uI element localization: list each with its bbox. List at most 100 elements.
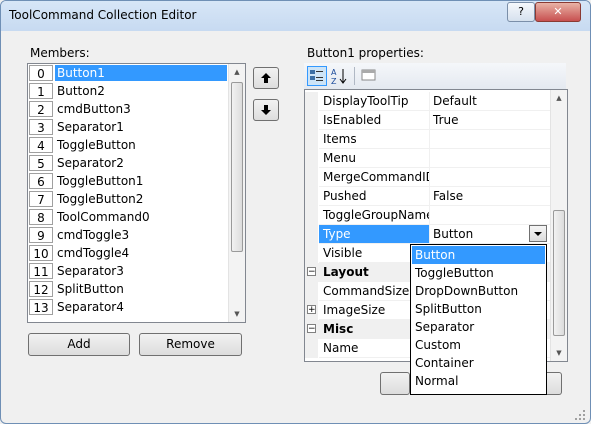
list-item[interactable]: 4 ToggleButton xyxy=(28,136,228,154)
categorized-button[interactable] xyxy=(307,66,327,86)
dropdown-option[interactable]: Container xyxy=(412,354,545,372)
list-item-index: 13 xyxy=(29,299,53,315)
members-scrollbar[interactable]: ▲ ▼ xyxy=(228,64,245,322)
list-item-name: Button2 xyxy=(57,84,105,98)
property-value[interactable]: False xyxy=(430,187,553,206)
scroll-down-icon[interactable]: ▼ xyxy=(551,345,567,361)
property-value[interactable] xyxy=(430,149,553,168)
property-row[interactable]: Pushed False xyxy=(305,187,553,206)
categorized-icon xyxy=(310,70,323,81)
close-button[interactable]: ✕ xyxy=(535,2,581,22)
collapse-icon[interactable]: − xyxy=(307,267,316,277)
members-list[interactable]: 13 Separator4 12 SplitButton 11 Separator3 10 c… xyxy=(27,63,246,323)
list-item-index: 5 xyxy=(29,155,53,171)
scroll-thumb[interactable] xyxy=(553,210,565,336)
property-row[interactable]: ToggleGroupName xyxy=(305,206,553,225)
list-item[interactable]: 13 Separator4 xyxy=(28,298,228,316)
list-item-name: cmdToggle4 xyxy=(57,246,130,260)
expand-icon[interactable]: + xyxy=(307,305,316,315)
list-item[interactable]: 1 Button2 xyxy=(28,82,228,100)
close-icon: ✕ xyxy=(553,5,563,18)
property-name: Menu xyxy=(319,149,430,168)
property-gutter xyxy=(305,225,318,244)
property-gutter xyxy=(305,282,318,301)
scroll-up-icon[interactable]: ▲ xyxy=(229,64,245,80)
list-item[interactable]: 9 cmdToggle3 xyxy=(28,226,228,244)
svg-text:Z: Z xyxy=(331,77,337,86)
property-value[interactable] xyxy=(430,130,553,149)
list-item[interactable]: 11 Separator3 xyxy=(28,262,228,280)
collapse-icon[interactable]: − xyxy=(307,324,316,334)
arrow-up-icon xyxy=(261,73,271,83)
scroll-thumb[interactable] xyxy=(231,82,243,252)
list-item[interactable]: 5 Separator2 xyxy=(28,154,228,172)
list-item[interactable]: 7 ToggleButton2 xyxy=(28,190,228,208)
list-item[interactable]: 12 SplitButton xyxy=(28,280,228,298)
dropdown-option[interactable]: DropDownButton xyxy=(412,282,545,300)
property-value[interactable] xyxy=(430,168,553,187)
property-row[interactable]: Menu xyxy=(305,149,553,168)
list-item-name: ToolCommand0 xyxy=(57,210,150,224)
list-item-index: 8 xyxy=(29,209,53,225)
property-name: ToggleGroupName xyxy=(319,206,430,225)
property-gutter xyxy=(305,149,318,168)
property-value[interactable] xyxy=(430,206,553,225)
list-item-name: Button1 xyxy=(55,65,227,81)
cancel-button[interactable] xyxy=(547,372,562,395)
type-dropdown-list[interactable]: Button ToggleButton DropDownButton SplitBut… xyxy=(410,244,547,395)
list-item-index: 3 xyxy=(29,119,53,135)
list-item-name: cmdButton3 xyxy=(57,102,131,116)
property-gutter xyxy=(305,130,318,149)
property-row[interactable]: IsEnabled True xyxy=(305,111,553,130)
list-item-name: ToggleButton1 xyxy=(57,174,144,188)
list-item-index: 0 xyxy=(29,65,53,81)
list-item[interactable]: 2 cmdButton3 xyxy=(28,100,228,118)
dropdown-option[interactable]: Button xyxy=(412,246,545,264)
help-icon: ? xyxy=(518,5,524,18)
property-row[interactable]: DisplayToolTip Default xyxy=(305,92,553,111)
arrow-down-icon xyxy=(261,105,271,115)
list-item[interactable]: 6 ToggleButton1 xyxy=(28,172,228,190)
dropdown-option[interactable]: Normal xyxy=(412,372,545,390)
chevron-down-icon xyxy=(534,232,542,236)
list-item[interactable]: 0 Button1 xyxy=(28,64,228,82)
list-item[interactable]: 8 ToolCommand0 xyxy=(28,208,228,226)
dropdown-option[interactable]: Custom xyxy=(412,336,545,354)
move-up-button[interactable] xyxy=(253,67,279,89)
list-item-index: 6 xyxy=(29,173,53,189)
type-dropdown-button[interactable] xyxy=(529,225,547,242)
property-gutter xyxy=(305,168,318,187)
property-name: Type xyxy=(319,225,430,244)
alphabetical-button[interactable]: A Z xyxy=(330,66,350,86)
properties-label: Button1 properties: xyxy=(307,46,424,60)
property-row[interactable]: Type Button xyxy=(305,225,553,244)
property-scrollbar[interactable]: ▲ ▼ xyxy=(550,90,567,361)
property-row[interactable]: MergeCommandID xyxy=(305,168,553,187)
scroll-down-icon[interactable]: ▼ xyxy=(229,306,245,322)
title-bar[interactable]: ToolCommand Collection Editor ? ✕ xyxy=(1,1,590,31)
property-pages-button[interactable] xyxy=(359,66,379,86)
list-item-name: Separator1 xyxy=(57,120,124,134)
list-item-name: Separator2 xyxy=(57,156,124,170)
property-value[interactable]: Default xyxy=(430,92,553,111)
dropdown-option[interactable]: Separator xyxy=(412,318,545,336)
ok-button[interactable] xyxy=(380,372,410,395)
list-item-name: SplitButton xyxy=(57,282,124,296)
scroll-up-icon[interactable]: ▲ xyxy=(551,90,567,106)
help-button[interactable]: ? xyxy=(507,2,535,22)
list-item[interactable]: 3 Separator1 xyxy=(28,118,228,136)
property-value[interactable]: True xyxy=(430,111,553,130)
members-label: Members: xyxy=(30,46,90,60)
list-item[interactable]: 10 cmdToggle4 xyxy=(28,244,228,262)
property-name: Pushed xyxy=(319,187,430,206)
move-down-button[interactable] xyxy=(253,99,279,121)
add-button[interactable]: Add xyxy=(28,333,130,356)
property-gutter xyxy=(305,92,318,111)
property-row[interactable]: Items xyxy=(305,130,553,149)
property-gutter xyxy=(305,111,318,130)
dropdown-option[interactable]: SplitButton xyxy=(412,300,545,318)
resize-grip-icon[interactable] xyxy=(574,409,586,421)
remove-button[interactable]: Remove xyxy=(139,333,242,356)
list-item-name: Separator3 xyxy=(57,264,124,278)
dropdown-option[interactable]: ToggleButton xyxy=(412,264,545,282)
